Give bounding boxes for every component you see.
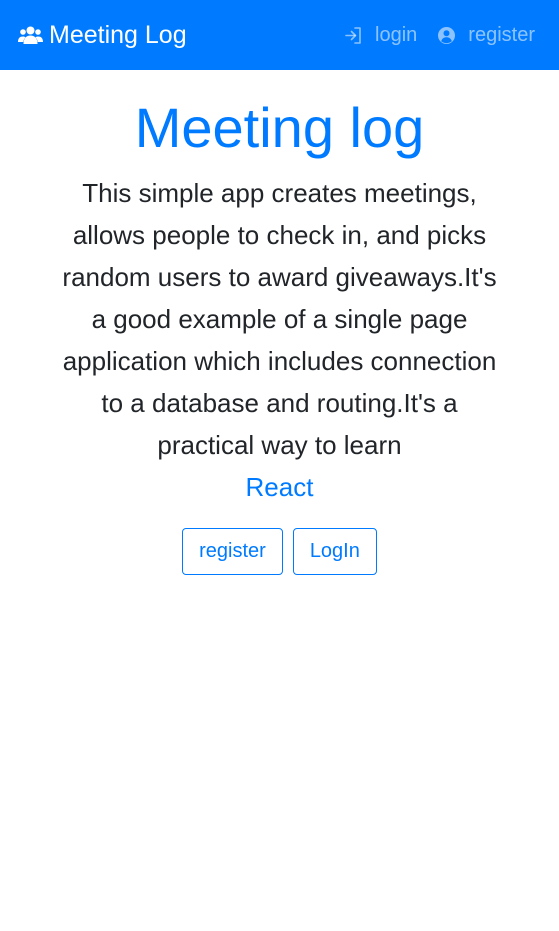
nav-register-label: register (468, 23, 535, 46)
hero-description: This simple app creates meetings, allows… (55, 172, 505, 508)
brand-label: Meeting Log (49, 20, 187, 49)
register-button[interactable]: register (182, 528, 283, 575)
hero-description-text: This simple app creates meetings, allows… (62, 178, 497, 460)
login-button[interactable]: LogIn (292, 528, 377, 575)
nav-login-link[interactable]: login (344, 24, 417, 47)
nav-links: login register (324, 24, 535, 47)
navbar: Meeting Log login register (0, 0, 559, 70)
sign-in-icon (344, 26, 363, 45)
nav-login-label: login (375, 23, 418, 46)
nav-register-link[interactable]: register (437, 24, 535, 47)
brand-link[interactable]: Meeting Log (18, 21, 187, 50)
users-icon (18, 25, 43, 45)
button-row: register LogIn (0, 528, 559, 575)
hero-section: Meeting log This simple app creates meet… (0, 88, 559, 575)
page-title: Meeting log (134, 96, 425, 159)
react-link[interactable]: React (55, 466, 505, 508)
user-circle-icon (437, 26, 456, 45)
